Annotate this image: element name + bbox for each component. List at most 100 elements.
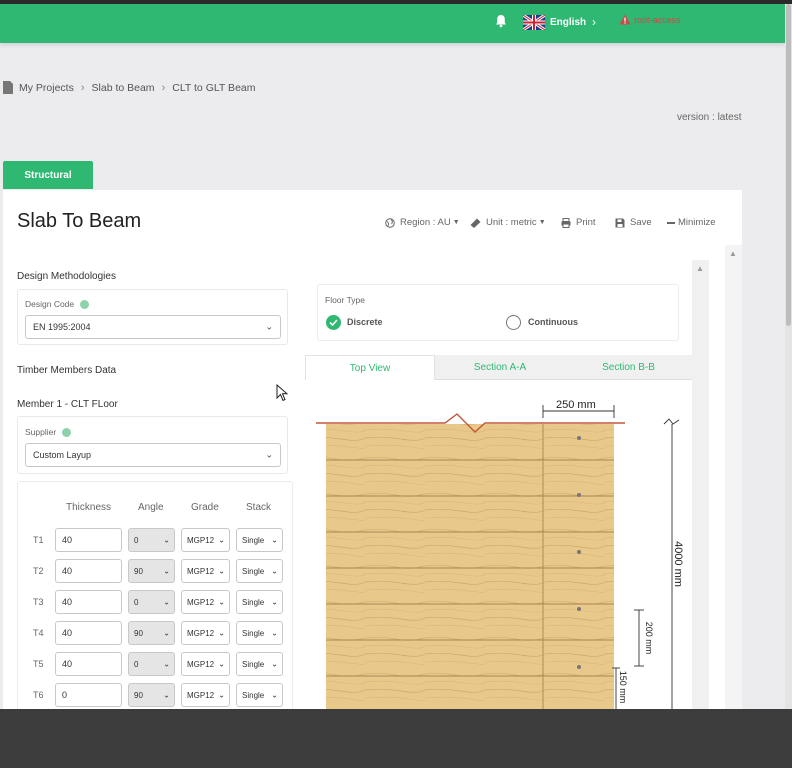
chevron-right-icon[interactable]: › <box>592 15 596 29</box>
design-code-select[interactable]: EN 1995:2004 ⌄ <box>25 315 281 339</box>
stack-select[interactable]: Single ⌄ <box>236 590 283 614</box>
card-scrollbar[interactable]: ▲ <box>725 245 742 709</box>
top-header: English › root-access <box>0 4 785 43</box>
main-card: Slab To Beam Region : AU ▼ Unit : metric… <box>3 190 742 709</box>
discrete-label[interactable]: Discrete <box>347 317 383 327</box>
row-label: T5 <box>33 659 44 669</box>
thickness-input[interactable]: 0 <box>55 683 122 707</box>
version-label: version : latest <box>677 112 742 123</box>
breadcrumb-slab-to-beam[interactable]: Slab to Beam <box>92 82 155 94</box>
row-label: T6 <box>33 690 44 700</box>
radio-continuous[interactable] <box>506 315 521 330</box>
grade-select[interactable]: MGP12 ⌄ <box>181 590 230 614</box>
ruler-icon <box>470 218 481 228</box>
grade-value: MGP12 <box>187 690 215 700</box>
stack-value: Single <box>242 535 265 545</box>
angle-select[interactable]: 90 ⌄ <box>128 621 175 645</box>
tab-section-b-b[interactable]: Section B-B <box>565 355 692 380</box>
info-icon[interactable] <box>62 427 72 437</box>
design-code-label: Design Code <box>25 299 90 309</box>
view-tabs: Top View Section A-A Section B-B <box>305 355 692 380</box>
page-scrollbar-thumb[interactable] <box>786 4 791 326</box>
tab-section-a-a[interactable]: Section A-A <box>435 355 565 380</box>
angle-header: Angle <box>138 502 164 513</box>
thickness-input[interactable]: 40 <box>55 528 122 552</box>
print-button[interactable]: Print <box>561 217 596 228</box>
thickness-input[interactable]: 40 <box>55 559 122 583</box>
angle-value: 0 <box>134 659 139 669</box>
angle-select[interactable]: 90 ⌄ <box>128 559 175 583</box>
stack-select[interactable]: Single ⌄ <box>236 621 283 645</box>
thickness-input[interactable]: 40 <box>55 590 122 614</box>
chevron-down-icon: ⌄ <box>271 535 278 545</box>
warning-icon <box>619 14 631 25</box>
radio-discrete[interactable] <box>326 315 341 330</box>
angle-value: 90 <box>134 690 143 700</box>
top-view-drawing: 250 mm 4000 mm 200 mm 150 mm <box>305 380 692 709</box>
breadcrumb: My Projects › Slab to Beam › CLT to GLT … <box>3 81 256 94</box>
stack-select[interactable]: Single ⌄ <box>236 683 283 707</box>
grade-select[interactable]: MGP12 ⌄ <box>181 559 230 583</box>
uk-flag-icon[interactable] <box>523 15 545 30</box>
stack-value: Single <box>242 659 265 669</box>
stack-header: Stack <box>246 502 272 513</box>
continuous-label[interactable]: Continuous <box>528 317 578 327</box>
region-menu[interactable]: Region : AU ▼ <box>385 217 460 228</box>
floor-type-box: Floor Type Discrete Continuous <box>317 284 679 341</box>
tab-structural[interactable]: Structural <box>3 161 93 189</box>
save-label: Save <box>630 217 652 228</box>
spacing-dimension <box>634 609 644 667</box>
angle-value: 0 <box>134 597 139 607</box>
chevron-down-icon: ⌄ <box>271 659 278 669</box>
spacing-dimension-label: 200 mm <box>644 622 654 655</box>
grade-select[interactable]: MGP12 ⌄ <box>181 528 230 552</box>
grade-select[interactable]: MGP12 ⌄ <box>181 652 230 676</box>
caret-down-icon: ▼ <box>538 219 546 226</box>
info-icon[interactable] <box>80 299 90 309</box>
bell-icon[interactable] <box>495 14 507 28</box>
drawing-scrollbar[interactable]: ▲ <box>692 260 709 709</box>
chevron-right-icon: › <box>161 81 166 94</box>
scroll-up-arrow-icon[interactable]: ▲ <box>696 264 704 273</box>
design-code-field: Design Code EN 1995:2004 ⌄ <box>17 289 288 345</box>
chevron-down-icon: ⌄ <box>265 321 273 332</box>
page-scrollbar[interactable] <box>785 4 792 709</box>
breadcrumb-current: CLT to GLT Beam <box>172 81 256 94</box>
chevron-down-icon: ⌄ <box>265 449 273 460</box>
minimize-button[interactable]: Minimize <box>667 217 715 228</box>
angle-value: 90 <box>134 628 143 638</box>
save-button[interactable]: Save <box>615 217 652 228</box>
printer-icon <box>561 217 571 228</box>
chevron-down-icon: ⌄ <box>218 659 225 669</box>
access-level-label: root-access <box>634 15 681 25</box>
supplier-value: Custom Layup <box>33 450 92 460</box>
thickness-input[interactable]: 40 <box>55 652 122 676</box>
design-code-label-text: Design Code <box>25 299 75 309</box>
angle-select[interactable]: 0 ⌄ <box>128 528 175 552</box>
chevron-down-icon: ⌄ <box>218 690 225 700</box>
unit-menu[interactable]: Unit : metric ▼ <box>470 217 546 228</box>
stack-select[interactable]: Single ⌄ <box>236 528 283 552</box>
supplier-label: Supplier <box>25 427 72 437</box>
thickness-input[interactable]: 40 <box>55 621 122 645</box>
angle-select[interactable]: 0 ⌄ <box>128 652 175 676</box>
grade-value: MGP12 <box>187 535 215 545</box>
chevron-down-icon: ⌄ <box>271 566 278 576</box>
language-selector[interactable]: English <box>550 17 586 28</box>
grade-select[interactable]: MGP12 ⌄ <box>181 683 230 707</box>
supplier-select[interactable]: Custom Layup ⌄ <box>25 443 281 467</box>
row-label: T2 <box>33 566 44 576</box>
chevron-down-icon: ⌄ <box>218 628 225 638</box>
breadcrumb-my-projects[interactable]: My Projects <box>19 82 74 94</box>
stack-select[interactable]: Single ⌄ <box>236 559 283 583</box>
chevron-down-icon: ⌄ <box>271 597 278 607</box>
grade-select[interactable]: MGP12 ⌄ <box>181 621 230 645</box>
angle-select[interactable]: 0 ⌄ <box>128 590 175 614</box>
angle-select[interactable]: 90 ⌄ <box>128 683 175 707</box>
unit-label: Unit : metric <box>486 217 537 228</box>
tab-top-view[interactable]: Top View <box>305 355 435 380</box>
stack-select[interactable]: Single ⌄ <box>236 652 283 676</box>
stack-value: Single <box>242 597 265 607</box>
scroll-up-arrow-icon[interactable]: ▲ <box>729 249 737 258</box>
row-label: T4 <box>33 628 44 638</box>
